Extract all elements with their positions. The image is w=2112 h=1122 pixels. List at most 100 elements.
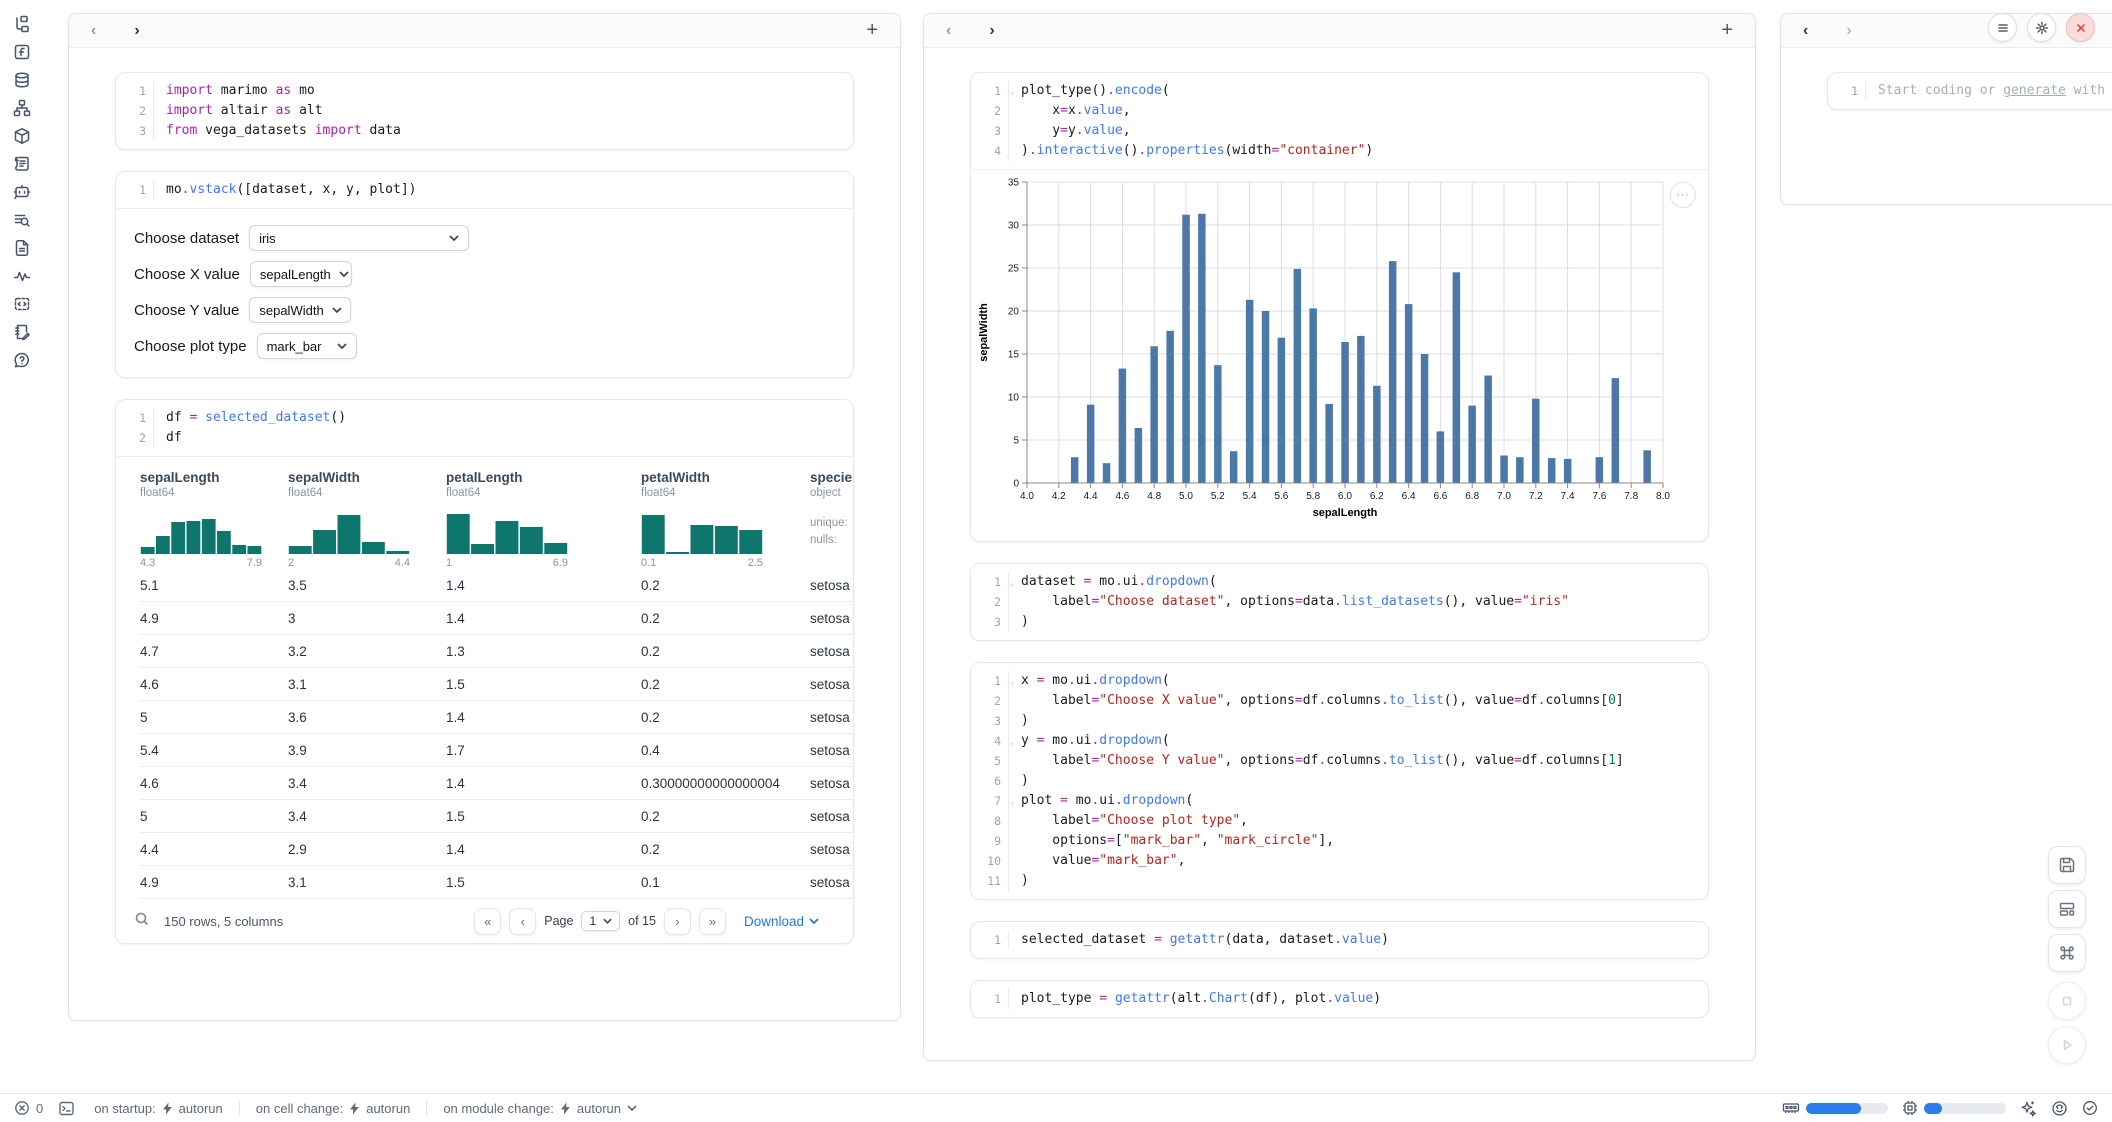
add-cell-button[interactable]: + <box>866 19 878 42</box>
first-page-button[interactable]: « <box>474 908 501 935</box>
help-icon[interactable] <box>13 350 32 369</box>
code-line[interactable]: 3 y=y.value, <box>971 121 1708 141</box>
column-histogram[interactable] <box>140 508 262 554</box>
code-line[interactable]: 2 label="Choose X value", options=df.col… <box>971 691 1708 711</box>
documentation-icon[interactable] <box>13 238 32 257</box>
code-line[interactable]: 2 label="Choose dataset", options=data.l… <box>971 592 1708 612</box>
run-button[interactable] <box>2048 1026 2086 1064</box>
column-header-sepalLength[interactable]: sepalLengthfloat644.37.9 <box>140 457 288 569</box>
add-cell-button[interactable]: + <box>1721 19 1733 42</box>
code-line[interactable]: 6) <box>971 771 1708 791</box>
on-module-change-setting[interactable]: on module change: autorun <box>443 1101 637 1116</box>
cpu-usage[interactable] <box>1902 1100 2006 1116</box>
code-line[interactable]: 11) <box>971 871 1708 891</box>
code-editor[interactable]: 1⌄plot_type().encode(2 x=x.value,3 y=y.v… <box>971 73 1708 169</box>
fold-chevron-icon[interactable]: ⌄ <box>1009 672 1015 692</box>
column-header-species[interactable]: speciesobjectunique:nulls: <box>810 457 853 569</box>
code-editor[interactable]: 1import marimo as mo2import altair as al… <box>116 73 853 149</box>
chatbot-button[interactable] <box>2051 1100 2068 1117</box>
connection-status-icon[interactable] <box>2082 1100 2098 1116</box>
column-histogram[interactable] <box>446 508 568 554</box>
nav-back-button[interactable]: ‹ <box>1803 23 1808 39</box>
file-explorer-icon[interactable] <box>13 14 32 33</box>
code-line[interactable]: 1mo.vstack([dataset, x, y, plot]) <box>116 180 853 200</box>
code-line[interactable]: 1⌄x = mo.ui.dropdown( <box>971 671 1708 691</box>
code-line[interactable]: 1⌄plot_type().encode( <box>971 81 1708 101</box>
ai-sparkle-button[interactable] <box>2020 1100 2037 1117</box>
settings-button[interactable] <box>2027 13 2056 42</box>
code-line[interactable]: 4⌄y = mo.ui.dropdown( <box>971 731 1708 751</box>
fold-chevron-icon[interactable]: ⌄ <box>1009 82 1015 102</box>
on-startup-setting[interactable]: on startup: autorun <box>94 1101 223 1116</box>
on-cell-change-setting[interactable]: on cell change: autorun <box>256 1101 411 1116</box>
code-line[interactable]: 1plot_type = getattr(alt.Chart(df), plot… <box>971 989 1708 1009</box>
nav-forward-button[interactable]: › <box>989 23 994 39</box>
prev-page-button[interactable]: ‹ <box>509 908 536 935</box>
code-line[interactable]: 10 value="mark_bar", <box>971 851 1708 871</box>
code-line[interactable]: 1import marimo as mo <box>116 81 853 101</box>
next-page-button[interactable]: › <box>664 908 691 935</box>
altair-bar-chart[interactable]: 4.04.24.44.64.85.05.25.45.65.86.06.26.46… <box>973 178 1708 535</box>
code-line[interactable]: 1⌄dataset = mo.ui.dropdown( <box>971 572 1708 592</box>
column-header-petalLength[interactable]: petalLengthfloat6416.9 <box>446 457 641 569</box>
logs-icon[interactable] <box>13 210 32 229</box>
dropdown-select[interactable]: sepalWidth <box>249 297 351 323</box>
code-line[interactable]: 3) <box>971 711 1708 731</box>
datasources-icon[interactable] <box>13 70 32 89</box>
menu-button[interactable] <box>1988 13 2017 42</box>
terminal-button[interactable] <box>58 1100 75 1117</box>
download-button[interactable]: Download <box>744 914 819 929</box>
dropdown-select[interactable]: mark_bar <box>257 333 357 359</box>
column-histogram[interactable] <box>288 508 410 554</box>
code-line[interactable]: 1selected_dataset = getattr(data, datase… <box>971 930 1708 950</box>
code-editor[interactable]: 1 Start coding or generate with AI <box>1828 73 2112 109</box>
stop-button[interactable] <box>2048 982 2086 1020</box>
code-line[interactable]: 1df = selected_dataset() <box>116 408 853 428</box>
code-line[interactable]: 2 x=x.value, <box>971 101 1708 121</box>
nav-forward-button[interactable]: › <box>134 23 139 39</box>
fold-chevron-icon[interactable]: ⌄ <box>1009 573 1015 593</box>
last-page-button[interactable]: » <box>699 908 726 935</box>
code-line[interactable]: 2import altair as alt <box>116 101 853 121</box>
dependency-graph-icon[interactable] <box>13 98 32 117</box>
code-editor[interactable]: 1df = selected_dataset()2df <box>116 400 853 456</box>
dropdown-select[interactable]: iris <box>249 225 469 251</box>
code-line[interactable]: 9 options=["mark_bar", "mark_circle"], <box>971 831 1708 851</box>
code-line[interactable]: 4).interactive().properties(width="conta… <box>971 141 1708 161</box>
error-count-indicator[interactable]: 0 <box>14 1100 43 1116</box>
column-histogram[interactable] <box>641 508 763 554</box>
close-button[interactable] <box>2066 13 2095 42</box>
code-line[interactable]: 5 label="Choose Y value", options=df.col… <box>971 751 1708 771</box>
column-header-petalWidth[interactable]: petalWidthfloat640.12.5 <box>641 457 810 569</box>
code-editor[interactable]: 1mo.vstack([dataset, x, y, plot]) <box>116 172 853 208</box>
page-select[interactable]: 1 <box>581 911 620 931</box>
fold-chevron-icon[interactable]: ⌄ <box>1009 732 1015 752</box>
code-line[interactable]: 3) <box>971 612 1708 632</box>
nav-back-button[interactable]: ‹ <box>91 23 96 39</box>
snippets-icon[interactable] <box>13 294 32 313</box>
search-icon[interactable] <box>134 911 150 932</box>
dropdown-select[interactable]: sepalLength <box>250 261 352 287</box>
code-editor[interactable]: 1plot_type = getattr(alt.Chart(df), plot… <box>971 981 1708 1017</box>
save-button[interactable] <box>2048 846 2086 884</box>
command-palette-button[interactable] <box>2048 934 2086 972</box>
code-line[interactable]: 7⌄plot = mo.ui.dropdown( <box>971 791 1708 811</box>
outline-icon[interactable] <box>13 154 32 173</box>
code-editor[interactable]: 1⌄x = mo.ui.dropdown(2 label="Choose X v… <box>971 663 1708 899</box>
nav-back-button[interactable]: ‹ <box>946 23 951 39</box>
layout-button[interactable] <box>2048 890 2086 928</box>
code-line[interactable]: 8 label="Choose plot type", <box>971 811 1708 831</box>
scratchpad-icon[interactable] <box>13 322 32 341</box>
generate-link[interactable]: generate <box>2003 83 2066 98</box>
packages-icon[interactable] <box>13 126 32 145</box>
ram-usage[interactable] <box>1782 1101 1888 1115</box>
chart-actions-button[interactable]: ⋯ <box>1670 182 1696 208</box>
code-editor[interactable]: 1⌄dataset = mo.ui.dropdown(2 label="Choo… <box>971 564 1708 640</box>
fold-chevron-icon[interactable]: ⌄ <box>1009 792 1015 812</box>
chat-icon[interactable] <box>13 182 32 201</box>
code-line[interactable]: 3from vega_datasets import data <box>116 121 853 141</box>
nav-forward-button[interactable]: › <box>1846 23 1851 39</box>
code-editor[interactable]: 1selected_dataset = getattr(data, datase… <box>971 922 1708 958</box>
functions-icon[interactable] <box>13 42 32 61</box>
column-header-sepalWidth[interactable]: sepalWidthfloat6424.4 <box>288 457 446 569</box>
